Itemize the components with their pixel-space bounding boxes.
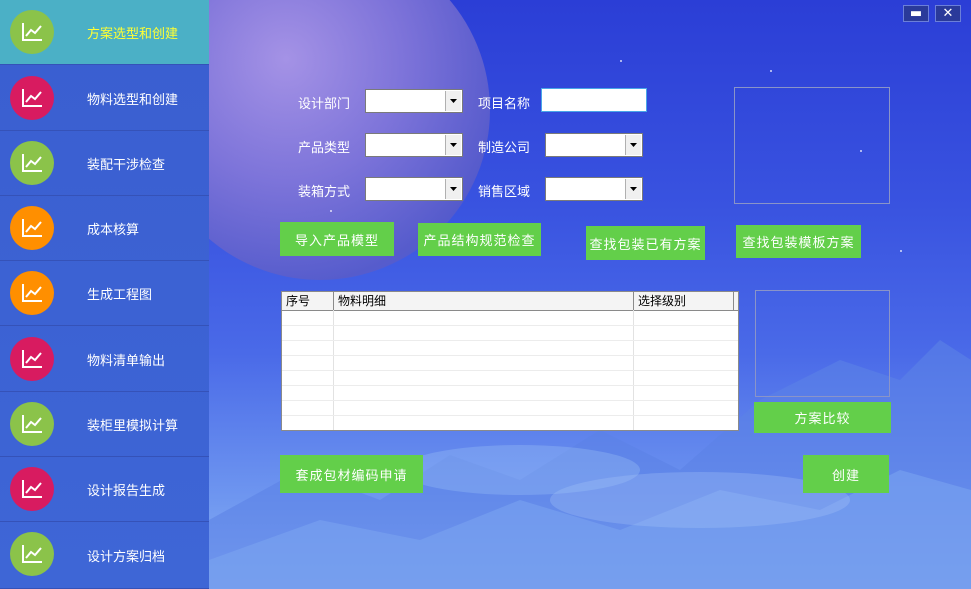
table-row (282, 370, 738, 371)
manufacturer-label: 制造公司 (478, 141, 531, 156)
sidebar-item[interactable]: 成本核算 (0, 196, 209, 261)
sidebar-item[interactable]: 物料清单输出 (0, 327, 209, 392)
sidebar-item-label: 物料清单输出 (87, 353, 166, 369)
sidebar-item[interactable]: 物料选型和创建 (0, 66, 209, 131)
apply-code-button[interactable]: 套成包材编码申请 (280, 455, 423, 493)
design-dept-select[interactable] (365, 89, 463, 113)
table-row (282, 415, 738, 416)
chevron-down-icon[interactable] (625, 135, 641, 155)
sidebar-item-label: 设计报告生成 (87, 483, 166, 499)
column-header-index[interactable]: 序号 (282, 292, 334, 310)
find-existing-button[interactable]: 查找包装已有方案 (586, 226, 705, 260)
column-header-level[interactable]: 选择级别 (634, 292, 734, 310)
chart-line-icon (10, 10, 54, 54)
table-row (282, 400, 738, 401)
product-type-select[interactable] (365, 133, 463, 157)
app-window: ▬ ✕ 方案选型和创建 物料选型和创建 装配干涉检查 成本核算 生成工程图 物料清单输出装… (0, 0, 971, 589)
chart-line-icon (10, 532, 54, 576)
project-name-label: 项目名称 (478, 97, 531, 112)
packing-method-select[interactable] (365, 177, 463, 201)
chart-line-icon (10, 271, 54, 315)
chart-line-icon (10, 467, 54, 511)
create-button[interactable]: 创建 (803, 455, 889, 493)
sidebar-item-label: 物料选型和创建 (87, 92, 179, 108)
chart-line-icon (10, 76, 54, 120)
sidebar-item-label: 生成工程图 (87, 287, 153, 303)
chart-line-icon (10, 402, 54, 446)
table-row (282, 325, 738, 326)
sales-region-select[interactable] (545, 177, 643, 201)
manufacturer-select[interactable] (545, 133, 643, 157)
sidebar-item[interactable]: 方案选型和创建 (0, 0, 209, 65)
sales-region-label: 销售区域 (478, 185, 531, 200)
sidebar-item-label: 方案选型和创建 (87, 26, 179, 42)
minimize-button[interactable]: ▬ (903, 5, 929, 22)
packing-method-label: 装箱方式 (298, 185, 351, 200)
preview-box-bottom (755, 290, 890, 397)
design-dept-label: 设计部门 (298, 97, 351, 112)
table-row (282, 340, 738, 341)
chevron-down-icon[interactable] (445, 135, 461, 155)
sidebar-item[interactable]: 设计报告生成 (0, 457, 209, 522)
table-row (282, 355, 738, 356)
close-button[interactable]: ✕ (935, 5, 961, 22)
sidebar-item-label: 设计方案归档 (87, 549, 166, 565)
sidebar-item-label: 装配干涉检查 (87, 157, 166, 173)
chevron-down-icon[interactable] (625, 179, 641, 199)
compare-button[interactable]: 方案比较 (754, 402, 891, 433)
chart-line-icon (10, 337, 54, 381)
sidebar-item[interactable]: 设计方案归档 (0, 522, 209, 589)
sidebar-item[interactable]: 生成工程图 (0, 261, 209, 326)
column-header-detail[interactable]: 物料明细 (334, 292, 634, 310)
chevron-down-icon[interactable] (445, 91, 461, 111)
project-name-input[interactable] (541, 88, 647, 112)
product-type-label: 产品类型 (298, 141, 351, 156)
chart-line-icon (10, 141, 54, 185)
preview-box-top (734, 87, 890, 204)
material-table[interactable]: 序号 物料明细 选择级别 (281, 291, 739, 431)
sidebar-item-label: 成本核算 (87, 222, 140, 238)
sidebar-item-label: 装柜里模拟计算 (87, 418, 179, 434)
sidebar-item[interactable]: 装柜里模拟计算 (0, 392, 209, 457)
table-row (282, 385, 738, 386)
sidebar-item[interactable]: 装配干涉检查 (0, 131, 209, 196)
table-header: 序号 物料明细 选择级别 (282, 292, 738, 311)
import-model-button[interactable]: 导入产品模型 (280, 222, 394, 256)
sidebar: 方案选型和创建 物料选型和创建 装配干涉检查 成本核算生成工程图物料清单输出 装柜里模拟… (0, 0, 209, 589)
chart-line-icon (10, 206, 54, 250)
find-template-button[interactable]: 查找包装模板方案 (736, 225, 861, 258)
chevron-down-icon[interactable] (445, 179, 461, 199)
structure-check-button[interactable]: 产品结构规范检查 (418, 223, 541, 256)
